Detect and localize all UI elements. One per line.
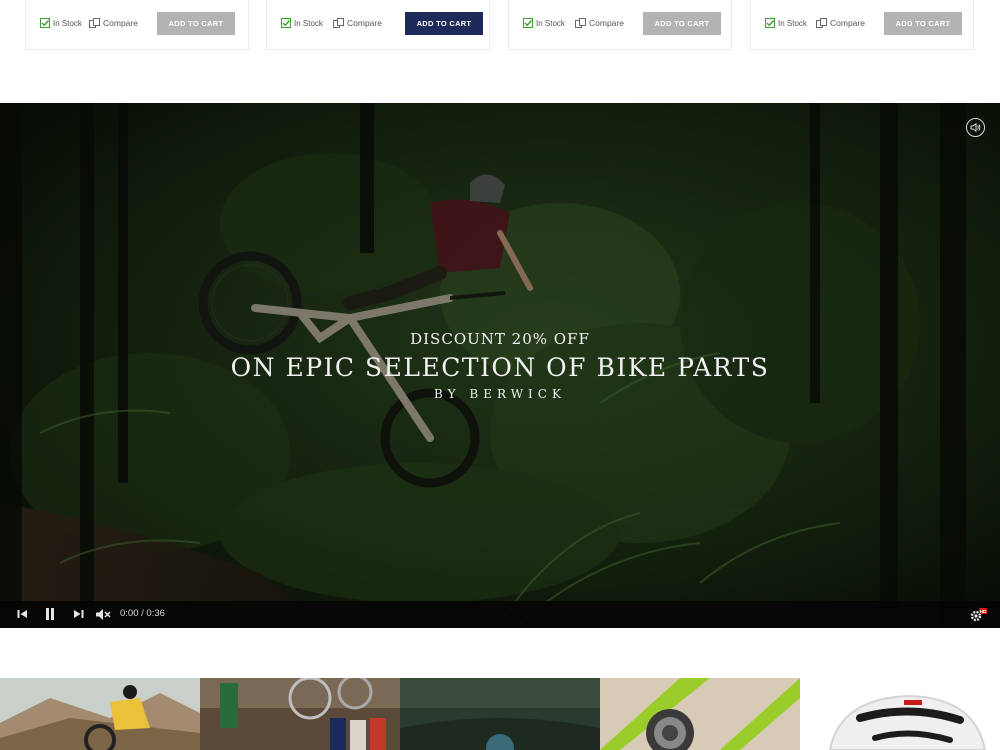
stock-label: In Stock	[778, 18, 807, 28]
gallery-thumb-white-helmet[interactable]	[800, 678, 1000, 750]
stock-status: In Stock	[765, 18, 807, 28]
compare-link[interactable]: Compare	[575, 18, 624, 28]
promo-caption-line2: ON EPIC SELECTION OF BIKE PARTS	[230, 353, 770, 382]
stock-status: In Stock	[40, 18, 82, 28]
product-card: In Stock Compare ADD TO CART	[266, 0, 490, 50]
check-icon	[765, 18, 775, 28]
settings-gear-hd-icon[interactable]: HD	[968, 606, 988, 622]
video-controls-bar: 0:00 / 0:36 HD	[0, 601, 1000, 628]
compare-icon	[333, 18, 344, 28]
add-to-cart-button[interactable]: ADD TO CART	[884, 12, 962, 35]
add-to-cart-button[interactable]: ADD TO CART	[405, 12, 483, 35]
product-card: In Stock Compare ADD TO CART	[25, 0, 249, 50]
gallery-thumb-mountain-rider[interactable]	[0, 678, 200, 750]
gallery-thumb-bike-shop[interactable]	[200, 678, 400, 750]
promo-video[interactable]: DISCOUNT 20% OFF ON EPIC SELECTION OF BI…	[0, 103, 1000, 628]
compare-link[interactable]: Compare	[816, 18, 865, 28]
image-gallery	[0, 678, 1000, 750]
stock-label: In Stock	[294, 18, 323, 28]
check-icon	[523, 18, 533, 28]
skip-forward-icon[interactable]	[70, 606, 86, 622]
mute-toggle-icon[interactable]	[966, 118, 985, 137]
compare-label: Compare	[103, 18, 138, 28]
compare-label: Compare	[830, 18, 865, 28]
promo-caption-line3: BY BERWICK	[434, 387, 566, 401]
check-icon	[281, 18, 291, 28]
add-to-cart-button[interactable]: ADD TO CART	[157, 12, 235, 35]
speaker-icon	[970, 123, 981, 132]
pause-icon[interactable]	[42, 606, 58, 622]
compare-icon	[89, 18, 100, 28]
product-cards-row: In Stock Compare ADD TO CART In Stock Co…	[0, 0, 1000, 52]
compare-icon	[816, 18, 827, 28]
svg-text:HD: HD	[980, 609, 987, 614]
skip-back-icon[interactable]	[14, 606, 30, 622]
compare-link[interactable]: Compare	[333, 18, 382, 28]
compare-link[interactable]: Compare	[89, 18, 138, 28]
gallery-thumb-bike-cassette[interactable]	[600, 678, 800, 750]
compare-icon	[575, 18, 586, 28]
compare-label: Compare	[589, 18, 624, 28]
check-icon	[40, 18, 50, 28]
promo-caption-line1: DISCOUNT 20% OFF	[410, 330, 590, 348]
video-time: 0:00 / 0:36	[120, 608, 165, 619]
muted-speaker-icon[interactable]	[94, 606, 112, 622]
product-card: In Stock Compare ADD TO CART	[508, 0, 732, 50]
stock-label: In Stock	[53, 18, 82, 28]
stock-status: In Stock	[281, 18, 323, 28]
stock-label: In Stock	[536, 18, 565, 28]
add-to-cart-button[interactable]: ADD TO CART	[643, 12, 721, 35]
product-card: In Stock Compare ADD TO CART	[750, 0, 974, 50]
stock-status: In Stock	[523, 18, 565, 28]
compare-label: Compare	[347, 18, 382, 28]
gallery-thumb-dark-trail[interactable]	[400, 678, 600, 750]
